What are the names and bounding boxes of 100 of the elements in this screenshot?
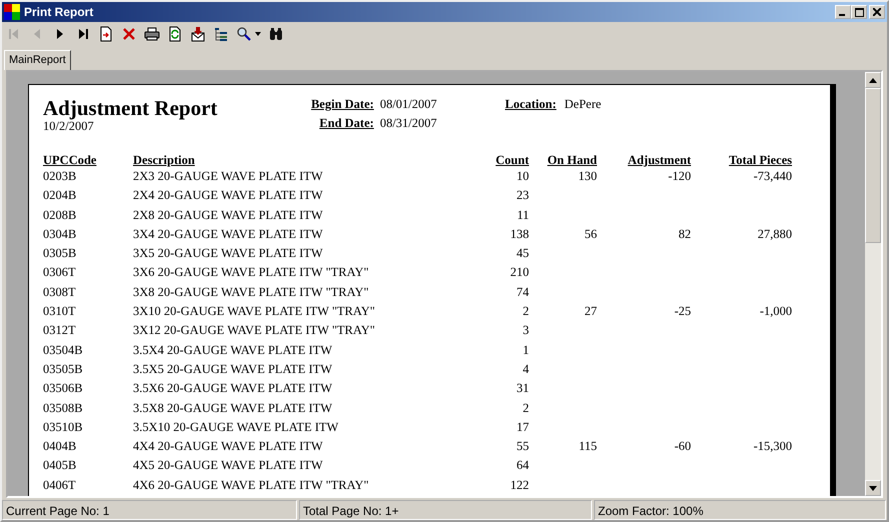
column-header: Adjustment bbox=[626, 153, 691, 167]
table-cell-text: -73,440 bbox=[752, 168, 792, 185]
table-cell-text: 0312T bbox=[43, 322, 77, 340]
table-cell-text: 03505B bbox=[43, 360, 84, 378]
table-cell-text: 3X12 20-GAUGE WAVE PLATE ITW "TRAY" bbox=[133, 322, 376, 340]
table-cell-text: 11 bbox=[516, 206, 529, 224]
binoculars-icon[interactable] bbox=[268, 26, 284, 42]
down-arrow-icon bbox=[869, 486, 877, 490]
table-cell-text: 3 bbox=[522, 322, 529, 340]
table-cell-text: 210 bbox=[509, 264, 529, 282]
field-value: 08/01/2007 bbox=[380, 97, 438, 112]
table-cell-text: 2X3 20-GAUGE WAVE PLATE ITW bbox=[133, 168, 324, 185]
table-cell-text: 4X6 20-GAUGE WAVE PLATE ITW "TRAY" bbox=[133, 476, 370, 494]
close-button[interactable] bbox=[869, 5, 885, 19]
table-cell-text: 3.5X5 20-GAUGE WAVE PLATE ITW bbox=[133, 360, 334, 378]
table-cell-text: 3.5X4 20-GAUGE WAVE PLATE ITW bbox=[133, 342, 334, 359]
table-cell-text: 0308T bbox=[43, 284, 77, 301]
table-cell-text: 3X5 20-GAUGE WAVE PLATE ITW bbox=[133, 245, 324, 262]
maximize-button[interactable] bbox=[851, 5, 867, 19]
zoom-icon[interactable] bbox=[236, 26, 252, 42]
minimize-button[interactable] bbox=[835, 5, 851, 19]
table-cell-text: 2X4 20-GAUGE WAVE PLATE ITW bbox=[133, 187, 324, 204]
table-cell-text: 23 bbox=[516, 187, 529, 204]
printer-icon[interactable] bbox=[144, 26, 160, 42]
table-cell-text: 3X8 20-GAUGE WAVE PLATE ITW "TRAY" bbox=[133, 284, 370, 301]
table-cell-text: 4X4 20-GAUGE WAVE PLATE ITW bbox=[133, 438, 324, 456]
caret-icon[interactable] bbox=[255, 32, 261, 36]
table-cell-text: 3X4 20-GAUGE WAVE PLATE ITW bbox=[133, 226, 324, 243]
field-label: End Date: bbox=[318, 116, 374, 131]
table-cell-text: 03504B bbox=[43, 342, 84, 359]
column-header: Count bbox=[494, 153, 529, 167]
table-cell-text: 31 bbox=[516, 380, 529, 398]
app-icon bbox=[4, 4, 20, 20]
table-cell-text: 45 bbox=[516, 245, 529, 262]
page-arrow-icon[interactable] bbox=[98, 26, 114, 42]
table-cell-text: -25 bbox=[673, 303, 691, 320]
table-cell-text: 82 bbox=[678, 226, 691, 243]
table-cell-text: -60 bbox=[673, 438, 691, 456]
table-cell-text: 03510B bbox=[43, 418, 84, 436]
tree-icon[interactable] bbox=[213, 26, 229, 42]
close-icon bbox=[873, 8, 881, 16]
table-cell-text: 17 bbox=[516, 418, 529, 436]
status-text: Zoom Factor: 100% bbox=[594, 500, 886, 520]
table-cell-text: 1 bbox=[522, 342, 529, 359]
table-cell-text: -15,300 bbox=[752, 438, 792, 456]
maximize-icon bbox=[854, 8, 864, 16]
column-header: Description bbox=[133, 153, 196, 167]
column-header: On Hand bbox=[546, 153, 597, 167]
table-cell-text: 0305B bbox=[43, 245, 78, 262]
table-cell-text: 03508B bbox=[43, 400, 84, 417]
table-cell-text: 0204B bbox=[43, 187, 78, 204]
table-cell-text: 3X6 20-GAUGE WAVE PLATE ITW "TRAY" bbox=[133, 264, 370, 282]
table-cell-text: 0304B bbox=[43, 226, 78, 243]
column-header: UPCCode bbox=[43, 153, 98, 167]
table-cell-text: 03506B bbox=[43, 380, 84, 398]
table-cell-text: 3.5X8 20-GAUGE WAVE PLATE ITW bbox=[133, 400, 334, 417]
table-cell-text: 0404B bbox=[43, 438, 78, 456]
table-cell-text: -120 bbox=[667, 168, 691, 185]
table-cell-text: 27,880 bbox=[756, 226, 792, 243]
report-date: 10/2/2007 bbox=[43, 119, 94, 134]
table-cell-text: 10 bbox=[516, 168, 529, 185]
up-arrow-icon bbox=[869, 78, 877, 82]
field-value: 08/31/2007 bbox=[380, 116, 438, 131]
table-cell-text: 0405B bbox=[43, 457, 78, 474]
table-cell-text: 27 bbox=[584, 303, 597, 320]
scroll-thumb[interactable] bbox=[865, 88, 881, 243]
table-cell-text: 2 bbox=[522, 303, 529, 320]
column-header: Total Pieces bbox=[728, 153, 792, 167]
table-cell-text: 4 bbox=[522, 360, 529, 378]
table-cell-text: 2X8 20-GAUGE WAVE PLATE ITW bbox=[133, 206, 324, 224]
field-value: DePere bbox=[564, 97, 602, 112]
table-cell-text: 0208B bbox=[43, 206, 78, 224]
table-cell-text: 4X5 20-GAUGE WAVE PLATE ITW bbox=[133, 457, 324, 474]
table-cell-text: 3.5X10 20-GAUGE WAVE PLATE ITW bbox=[133, 418, 340, 436]
table-cell-text: 55 bbox=[516, 438, 529, 456]
table-cell-text: 56 bbox=[584, 226, 597, 243]
table-cell-text: 74 bbox=[516, 284, 529, 301]
field-label: Begin Date: bbox=[310, 97, 374, 112]
table-cell-text: 3X10 20-GAUGE WAVE PLATE ITW "TRAY" bbox=[133, 303, 376, 320]
stop-icon[interactable] bbox=[121, 26, 137, 42]
table-cell-text: 0203B bbox=[43, 168, 78, 185]
table-cell-text: 2 bbox=[522, 400, 529, 417]
table-cell-text: 0310T bbox=[43, 303, 77, 320]
scroll-up-button[interactable] bbox=[865, 72, 881, 88]
scroll-down-button[interactable] bbox=[865, 480, 881, 496]
report-tab[interactable]: MainReport bbox=[4, 50, 71, 70]
report-title: Adjustment Report bbox=[43, 97, 218, 119]
table-cell-text: 64 bbox=[516, 457, 529, 474]
table-cell-text: 122 bbox=[509, 476, 529, 494]
field-label: Location: bbox=[505, 97, 556, 112]
vertical-scrollbar[interactable] bbox=[865, 72, 881, 496]
status-text: Total Page No: 1+ bbox=[299, 500, 592, 520]
window-title: Print Report bbox=[24, 5, 94, 19]
table-cell-text: 115 bbox=[578, 438, 597, 456]
refresh-icon[interactable] bbox=[167, 26, 183, 42]
table-cell-text: 138 bbox=[509, 226, 529, 243]
table-cell-text: 3.5X6 20-GAUGE WAVE PLATE ITW bbox=[133, 380, 334, 398]
table-cell-text: 130 bbox=[577, 168, 597, 185]
envelope-icon[interactable] bbox=[190, 26, 206, 42]
table-cell-text: -1,000 bbox=[758, 303, 792, 320]
